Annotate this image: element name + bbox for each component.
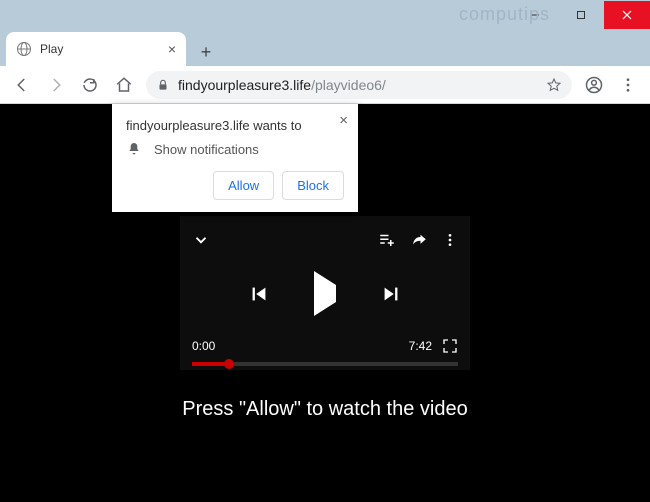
bell-icon (126, 141, 142, 157)
bookmark-icon[interactable] (546, 77, 562, 93)
popup-origin-text: findyourpleasure3.life wants to (126, 118, 344, 133)
progress-knob[interactable] (224, 359, 234, 369)
block-button[interactable]: Block (282, 171, 344, 200)
account-icon[interactable] (578, 69, 610, 101)
player-controls (192, 254, 458, 334)
player-bottom-bar: 0:00 7:42 (192, 334, 458, 358)
toolbar: findyourpleasure3.life/playvideo6/ (0, 66, 650, 104)
globe-icon (16, 41, 32, 57)
tab-close-icon[interactable]: × (168, 41, 176, 57)
time-duration: 7:42 (409, 339, 432, 353)
more-icon[interactable] (442, 232, 458, 248)
fullscreen-icon[interactable] (442, 338, 458, 354)
watermark: computips (459, 4, 550, 25)
playlist-add-icon[interactable] (378, 231, 396, 249)
chevron-down-icon[interactable] (192, 231, 210, 249)
popup-actions: Allow Block (126, 171, 344, 200)
forward-button[interactable] (40, 69, 72, 101)
tab-active[interactable]: Play × (6, 32, 186, 66)
address-bar[interactable]: findyourpleasure3.life/playvideo6/ (146, 71, 572, 99)
next-track-icon[interactable] (380, 283, 402, 305)
window-titlebar: computips (0, 0, 650, 30)
tab-title: Play (40, 42, 160, 56)
video-player: 0:00 7:42 (180, 216, 470, 370)
popup-close-icon[interactable]: × (339, 112, 348, 129)
previous-track-icon[interactable] (248, 283, 270, 305)
page-content: × findyourpleasure3.life wants to Show n… (0, 104, 650, 502)
lock-icon (156, 78, 170, 92)
instruction-text: Press "Allow" to watch the video (182, 398, 467, 421)
popup-permission-label: Show notifications (154, 142, 259, 157)
play-button[interactable] (314, 285, 336, 303)
back-button[interactable] (6, 69, 38, 101)
url-text: findyourpleasure3.life/playvideo6/ (178, 77, 386, 93)
notification-permission-popup: × findyourpleasure3.life wants to Show n… (112, 104, 358, 212)
new-tab-button[interactable]: + (192, 38, 220, 66)
share-icon[interactable] (410, 231, 428, 249)
tab-strip: Play × + (0, 30, 650, 66)
home-button[interactable] (108, 69, 140, 101)
progress-bar[interactable] (192, 362, 458, 366)
popup-permission-row: Show notifications (126, 141, 344, 157)
reload-button[interactable] (74, 69, 106, 101)
close-window-button[interactable] (604, 1, 650, 29)
maximize-button[interactable] (558, 1, 604, 29)
allow-button[interactable]: Allow (213, 171, 274, 200)
menu-icon[interactable] (612, 69, 644, 101)
time-elapsed: 0:00 (192, 339, 215, 353)
player-top-bar (192, 226, 458, 254)
browser-window: computips Play × + findyourpleasure3.lif… (0, 0, 650, 502)
